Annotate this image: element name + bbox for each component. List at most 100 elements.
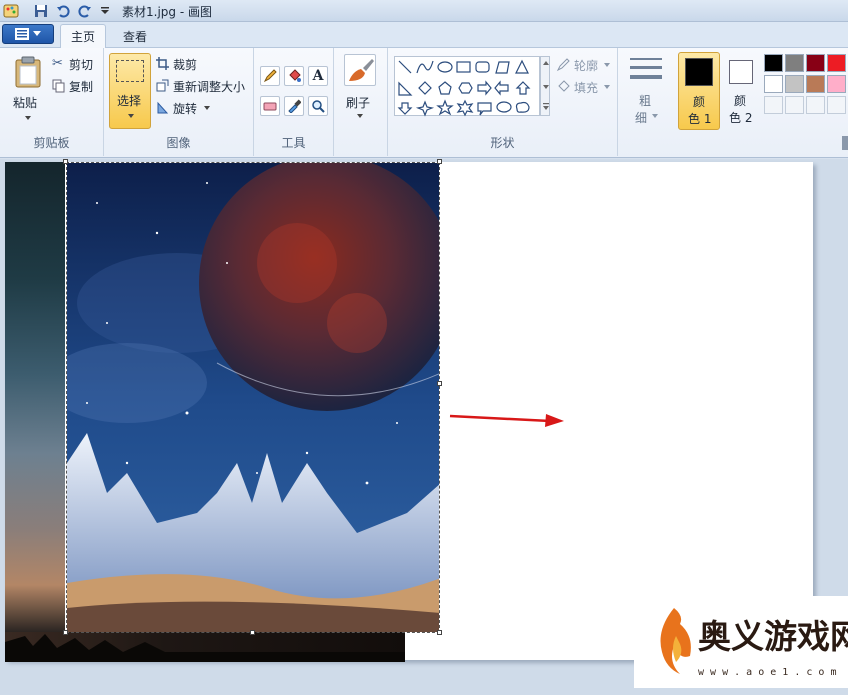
- size-line-medium: [630, 66, 662, 69]
- pencil-icon[interactable]: [260, 66, 280, 86]
- size-label-line1: 粗: [639, 94, 652, 108]
- paint-app-icon[interactable]: [2, 2, 20, 20]
- copy-button[interactable]: 复制: [52, 78, 102, 94]
- image-group: 选择 裁剪 重新调整大小 旋转 图像: [104, 48, 254, 156]
- window-title: 素材1.jpg - 画图: [122, 5, 212, 19]
- outline-label: 轮廓: [574, 59, 599, 73]
- outline-dropdown-icon: [604, 63, 610, 67]
- fill-button[interactable]: 填充: [556, 79, 616, 95]
- size-dropdown-icon: [652, 114, 658, 118]
- rotate-dropdown-icon: [204, 106, 210, 110]
- palette-swatch[interactable]: [785, 96, 804, 114]
- brushes-button[interactable]: 刷子: [340, 54, 382, 124]
- color1-button[interactable]: 颜 色 1: [678, 52, 720, 130]
- magnifier-icon[interactable]: [308, 96, 328, 116]
- palette-swatch[interactable]: [827, 96, 846, 114]
- color-picker-icon[interactable]: [284, 96, 304, 116]
- image-group-label: 图像: [166, 136, 191, 150]
- clipboard-group: 粘贴 ✂ 剪切 复制 剪贴板: [0, 48, 104, 156]
- color2-label-line1: 颜: [734, 94, 747, 108]
- fill-bucket-small-icon: [558, 80, 570, 92]
- copy-icon: [52, 79, 65, 93]
- cut-button[interactable]: ✂ 剪切: [52, 56, 102, 72]
- text-tool-icon[interactable]: A: [308, 66, 328, 86]
- clipboard-group-label: 剪贴板: [33, 136, 70, 150]
- background-image-left-strip: [5, 162, 65, 632]
- palette-swatch[interactable]: [764, 75, 783, 93]
- color1-label-line2: 色 1: [688, 112, 712, 126]
- palette-swatch[interactable]: [785, 54, 804, 72]
- selection-handle-top-left[interactable]: [63, 159, 68, 164]
- shapes-group-label: 形状: [490, 136, 515, 150]
- paint-window: 素材1.jpg - 画图 主页 查看 粘贴 ✂ 剪切 复制 剪贴板 选择 裁剪 …: [0, 0, 848, 695]
- color-palette: [764, 54, 848, 124]
- palette-swatch[interactable]: [806, 96, 825, 114]
- tab-home[interactable]: 主页: [60, 24, 106, 48]
- paste-dropdown-icon: [25, 116, 31, 120]
- color2-swatch: [729, 60, 753, 84]
- outline-button[interactable]: 轮廓: [556, 57, 616, 73]
- palette-swatch[interactable]: [806, 75, 825, 93]
- color2-label-line2: 色 2: [729, 111, 753, 125]
- palette-swatch[interactable]: [806, 54, 825, 72]
- ribbon: 粘贴 ✂ 剪切 复制 剪贴板 选择 裁剪 重新调整大小 旋转 图像 A 工具 刷…: [0, 48, 848, 158]
- redo-icon[interactable]: [76, 2, 94, 20]
- selection-handle-bottom-left[interactable]: [63, 630, 68, 635]
- tab-view[interactable]: 查看: [112, 24, 158, 48]
- select-button[interactable]: 选择: [109, 53, 151, 129]
- color2-button[interactable]: 颜 色 2: [722, 52, 762, 130]
- selection-handle-top-right[interactable]: [437, 159, 442, 164]
- edit-colors-label-partial: [842, 136, 848, 150]
- fill-label: 填充: [574, 81, 599, 95]
- select-dropdown-icon: [128, 114, 134, 118]
- crop-button[interactable]: 裁剪: [156, 56, 251, 72]
- fill-bucket-icon[interactable]: [284, 66, 304, 86]
- resize-label: 重新调整大小: [173, 80, 246, 94]
- selected-image-region[interactable]: [66, 162, 440, 633]
- resize-icon: [156, 79, 169, 92]
- red-arrow-icon: [449, 414, 564, 427]
- paste-button[interactable]: 粘贴: [8, 54, 48, 124]
- shapes-gallery[interactable]: [394, 56, 540, 117]
- watermark-url: w w w . a o e 1 . c o m: [698, 667, 837, 678]
- watermark-brand: 奥义游戏网: [698, 617, 848, 656]
- save-icon[interactable]: [32, 2, 50, 20]
- size-label-line2: 细: [635, 111, 648, 125]
- select-rectangle-icon: [116, 60, 144, 82]
- brushes-dropdown-icon: [357, 114, 363, 118]
- crop-icon: [156, 57, 169, 70]
- size-line-thin: [630, 58, 662, 60]
- undo-icon[interactable]: [54, 2, 72, 20]
- outline-pen-icon: [556, 58, 570, 72]
- shapes-group: 轮廓 填充 形状: [388, 48, 618, 156]
- size-button[interactable]: 粗 细: [624, 54, 668, 134]
- copy-label: 复制: [69, 80, 94, 94]
- palette-swatch[interactable]: [827, 54, 846, 72]
- tools-group: A 工具: [254, 48, 334, 156]
- brush-icon: [344, 54, 376, 86]
- shapes-gallery-scroll[interactable]: [540, 56, 550, 116]
- clipboard-icon: [15, 56, 41, 88]
- color1-swatch: [685, 58, 713, 86]
- ribbon-tab-row: 主页 查看: [0, 22, 848, 48]
- resize-button[interactable]: 重新调整大小: [156, 78, 252, 94]
- rotate-button[interactable]: 旋转: [156, 100, 226, 116]
- brushes-group: 刷子: [334, 48, 388, 156]
- brushes-label: 刷子: [346, 96, 371, 110]
- selection-handle-bottom-right[interactable]: [437, 630, 442, 635]
- tools-group-label: 工具: [281, 136, 306, 150]
- selection-handle-right[interactable]: [437, 381, 442, 386]
- palette-swatch[interactable]: [785, 75, 804, 93]
- space-landscape-image: [67, 163, 439, 632]
- palette-swatch[interactable]: [827, 75, 846, 93]
- palette-swatch[interactable]: [764, 96, 783, 114]
- palette-swatch[interactable]: [764, 54, 783, 72]
- eraser-icon[interactable]: [260, 96, 280, 116]
- rotate-label: 旋转: [173, 102, 198, 116]
- shapes-gallery-icons: [397, 59, 531, 117]
- file-menu-button[interactable]: [2, 24, 54, 44]
- file-menu-icon: [15, 28, 29, 40]
- customize-qat-icon[interactable]: [96, 2, 114, 20]
- size-line-thick: [630, 75, 662, 79]
- selection-handle-bottom[interactable]: [250, 630, 255, 635]
